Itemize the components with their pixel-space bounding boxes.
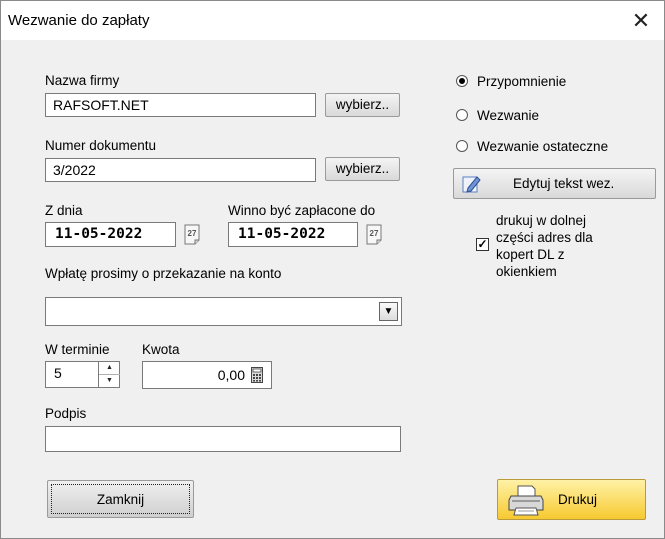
term-stepper[interactable]: 5 ▲ ▼ [45, 361, 120, 388]
document-number-input[interactable]: 3/2022 [45, 158, 316, 182]
printer-icon [508, 485, 544, 516]
amount-label: Kwota [142, 342, 180, 357]
signature-input[interactable] [45, 426, 401, 452]
close-button[interactable]: Zamknij [47, 480, 194, 518]
chevron-down-icon[interactable]: ▼ [379, 302, 398, 321]
from-date-input[interactable]: 11-05-2022 [45, 222, 176, 247]
print-button[interactable]: Drukuj [497, 479, 646, 520]
signature-label: Podpis [45, 406, 87, 421]
print-address-line-3: kopert DL z [496, 247, 565, 262]
due-date-label: Winno być zapłacone do [228, 203, 376, 218]
radio-wezwanie-ostateczne[interactable] [456, 140, 468, 152]
close-button-label: Zamknij [96, 492, 145, 507]
radio-label-przypomnienie: Przypomnienie [477, 74, 567, 89]
calendar-icon[interactable]: 27 [366, 224, 383, 245]
term-label: W terminie [45, 342, 110, 357]
radio-label-wezwanie-ostateczne: Wezwanie ostateczne [477, 139, 609, 154]
stepper-down-icon[interactable]: ▼ [99, 375, 120, 387]
edit-text-button[interactable]: Edytuj tekst wez. [453, 168, 656, 199]
window-title: Wezwanie do zapłaty [8, 12, 150, 29]
svg-text:27: 27 [188, 229, 197, 238]
radio-dot [459, 78, 465, 84]
radio-wezwanie[interactable] [456, 109, 468, 121]
print-address-line-2: części adres dla [496, 230, 593, 245]
choose-document-button[interactable]: wybierz.. [325, 157, 400, 181]
account-select[interactable]: ▼ [45, 297, 402, 326]
print-address-checkbox[interactable]: ✓ [476, 238, 489, 251]
edit-text-label: Edytuj tekst wez. [513, 176, 615, 191]
company-input[interactable]: RAFSOFT.NET [45, 93, 316, 117]
radio-label-wezwanie: Wezwanie [477, 108, 540, 123]
choose-company-button[interactable]: wybierz.. [325, 93, 400, 117]
company-label: Nazwa firmy [45, 73, 120, 88]
dialog-window: Wezwanie do zapłaty ✕ Nazwa firmy RAFSOF… [0, 0, 665, 539]
pencil-icon [462, 176, 481, 193]
title-bar: Wezwanie do zapłaty ✕ [1, 1, 664, 40]
from-date-label: Z dnia [45, 203, 83, 218]
stepper-up-icon[interactable]: ▲ [99, 362, 120, 375]
calendar-icon[interactable]: 27 [184, 224, 201, 245]
term-value: 5 [54, 365, 62, 381]
account-label: Wpłatę prosimy o przekazanie na konto [45, 266, 282, 281]
close-icon[interactable]: ✕ [627, 9, 655, 33]
print-button-label: Drukuj [558, 492, 598, 507]
svg-text:27: 27 [370, 229, 379, 238]
document-number-label: Numer dokumentu [45, 138, 157, 153]
print-address-line-1: drukuj w dolnej [496, 213, 587, 228]
calculator-icon[interactable] [251, 367, 263, 383]
radio-przypomnienie[interactable] [456, 75, 468, 87]
stepper-arrows: ▲ ▼ [98, 362, 120, 387]
amount-value: 0,00 [217, 367, 245, 383]
print-address-line-4: okienkiem [496, 264, 557, 279]
amount-input[interactable]: 0,00 [142, 361, 272, 389]
due-date-input[interactable]: 11-05-2022 [228, 222, 358, 247]
